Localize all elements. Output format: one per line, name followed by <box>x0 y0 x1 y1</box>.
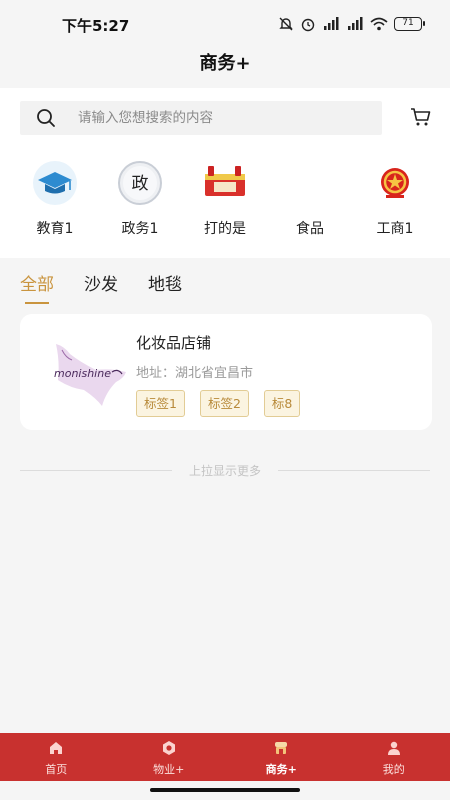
business-icon <box>275 742 288 754</box>
tag-badge: 标8 <box>263 390 301 417</box>
category-grid: 教育1 政 政务1 打的是 食品 工商1 <box>20 160 430 240</box>
product-box-icon <box>202 160 248 206</box>
load-more-indicator: 上拉显示更多 <box>20 460 430 480</box>
tab-sofa[interactable]: 沙发 <box>84 270 118 295</box>
category-label: 打的是 <box>204 221 246 237</box>
status-icons: 71 <box>278 14 425 34</box>
category-item-product[interactable]: 打的是 <box>190 160 260 240</box>
category-label: 工商1 <box>376 221 414 237</box>
filter-tabs: 全部 沙发 地毯 <box>0 270 450 306</box>
shop-logo: monishine <box>50 332 130 412</box>
category-item-business[interactable]: 工商1 <box>360 160 430 240</box>
tabbar-item-property[interactable]: 物业+ <box>113 733 226 781</box>
wifi-icon <box>370 17 388 31</box>
status-bar: 下午5:27 71 <box>0 0 450 48</box>
tab-carpet[interactable]: 地毯 <box>148 270 182 295</box>
home-indicator <box>150 788 300 792</box>
category-label: 食品 <box>296 221 324 237</box>
category-item-government[interactable]: 政 政务1 <box>105 160 175 240</box>
top-card: 教育1 政 政务1 打的是 <box>0 88 450 258</box>
user-icon <box>387 741 400 755</box>
tabbar-item-business[interactable]: 商务+ <box>225 733 338 781</box>
page-title: 商务+ <box>199 53 251 74</box>
search-icon <box>37 109 55 127</box>
logo-text: monishine <box>54 367 111 380</box>
nav-bar: 商务+ <box>0 48 450 88</box>
government-seal-icon: 政 <box>117 160 163 206</box>
category-label: 教育1 <box>36 221 74 237</box>
blank-icon <box>287 160 333 206</box>
alarm-icon <box>301 18 315 32</box>
tabbar-item-home[interactable]: 首页 <box>0 733 113 781</box>
category-item-education[interactable]: 教育1 <box>20 160 90 240</box>
tab-all[interactable]: 全部 <box>20 270 54 295</box>
signal-hd-icon <box>324 17 339 30</box>
property-icon <box>162 741 175 755</box>
shop-name: 化妆品店铺 <box>136 334 212 352</box>
graduation-cap-icon <box>32 160 78 206</box>
tabbar-label: 我的 <box>382 763 405 776</box>
mute-bell-icon <box>279 17 293 31</box>
svg-text:政: 政 <box>132 174 149 194</box>
shop-tags: 标签1 标签2 标8 <box>136 390 301 417</box>
search-box[interactable] <box>20 101 382 135</box>
category-label: 政务1 <box>121 221 159 237</box>
search-input[interactable] <box>78 101 368 135</box>
tabbar-label: 物业+ <box>153 763 185 776</box>
category-item-food[interactable]: 食品 <box>275 160 345 240</box>
active-tab-indicator <box>25 302 49 304</box>
tabbar-item-profile[interactable]: 我的 <box>338 733 450 781</box>
battery-icon: 71 <box>394 17 425 31</box>
shop-address: 地址：湖北省宜昌市 <box>136 366 254 381</box>
tabbar-label: 商务+ <box>265 763 297 776</box>
cart-icon[interactable] <box>410 106 432 128</box>
home-icon <box>50 742 63 754</box>
status-time: 下午5:27 <box>62 17 130 35</box>
tabbar-label: 首页 <box>45 763 68 776</box>
shop-card[interactable]: monishine 化妆品店铺 地址：湖北省宜昌市 标签1 标签2 标8 <box>20 314 432 430</box>
signal-icon <box>348 17 363 30</box>
tag-badge: 标签2 <box>199 390 249 417</box>
tag-badge: 标签1 <box>136 390 185 417</box>
load-more-text: 上拉显示更多 <box>188 464 261 478</box>
bottom-tabbar: 首页 物业+ 商务+ 我的 <box>0 733 450 781</box>
national-emblem-icon <box>372 160 418 206</box>
